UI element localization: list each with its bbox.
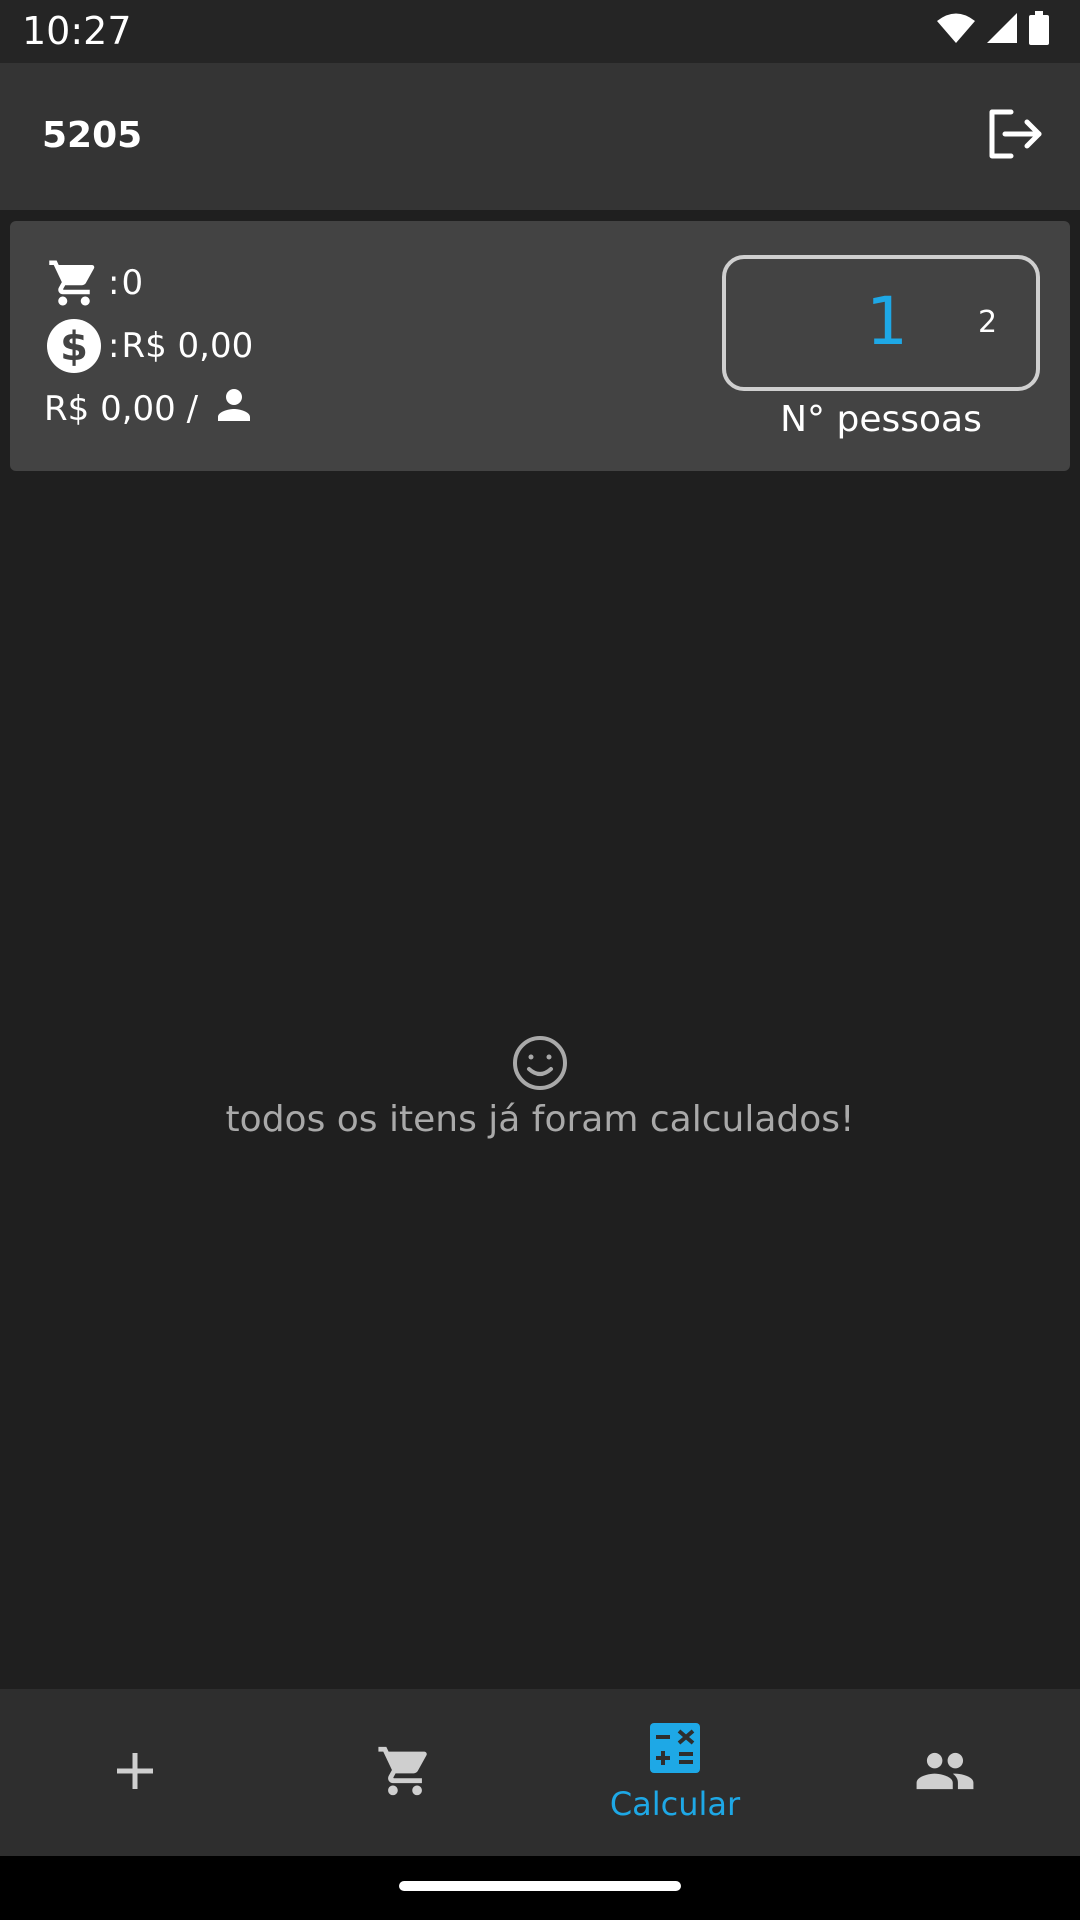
total-row: $ : R$ 0,00: [44, 318, 253, 374]
nav-add[interactable]: [0, 1689, 270, 1856]
status-time: 10:27: [22, 9, 132, 53]
summary-card: : 0 $ : R$ 0,00 R$ 0,00 / 1 2 N° pessoas: [10, 221, 1070, 471]
people-next-value[interactable]: 2: [978, 305, 997, 341]
people-selected-value[interactable]: 1: [866, 285, 908, 359]
cart-icon: [44, 255, 104, 311]
signal-icon: [986, 12, 1018, 48]
person-icon: [210, 381, 258, 438]
total-value: R$ 0,00: [121, 326, 254, 366]
status-icons: [936, 11, 1050, 49]
plus-icon: [115, 1751, 155, 1795]
per-person-value: R$ 0,00 /: [44, 389, 199, 429]
per-person-row: R$ 0,00 /: [44, 381, 258, 437]
smiley-icon: [512, 1035, 568, 1091]
svg-text:$: $: [60, 324, 88, 370]
battery-icon: [1028, 11, 1050, 49]
system-navigation-bar: [0, 1856, 1080, 1920]
items-count-value: 0: [121, 263, 144, 303]
home-gesture-bar[interactable]: [399, 1881, 681, 1891]
empty-message: todos os itens já foram calculados!: [225, 1099, 855, 1140]
items-colon: :: [108, 263, 120, 303]
nav-cart[interactable]: [270, 1689, 540, 1856]
nav-calcular-label: Calcular: [609, 1784, 741, 1823]
nav-calcular[interactable]: Calcular: [540, 1689, 810, 1856]
app-bar: 5205: [0, 63, 1080, 210]
people-count-picker[interactable]: 1 2: [722, 255, 1040, 391]
cart-icon: [376, 1742, 434, 1804]
page-title: 5205: [42, 115, 143, 156]
status-bar: 10:27: [0, 0, 1080, 63]
logout-button[interactable]: [986, 107, 1044, 165]
logout-icon: [987, 108, 1043, 164]
wifi-icon: [936, 12, 976, 48]
total-colon: :: [108, 326, 120, 366]
bottom-navigation: Calcular: [0, 1689, 1080, 1856]
calculator-icon: [650, 1722, 700, 1777]
group-icon: [914, 1740, 976, 1806]
people-count-label: N° pessoas: [780, 399, 982, 440]
nav-people[interactable]: [810, 1689, 1080, 1856]
items-count-row: : 0: [44, 255, 143, 311]
dollar-icon: $: [44, 318, 104, 374]
empty-state: todos os itens já foram calculados!: [0, 1035, 1080, 1143]
